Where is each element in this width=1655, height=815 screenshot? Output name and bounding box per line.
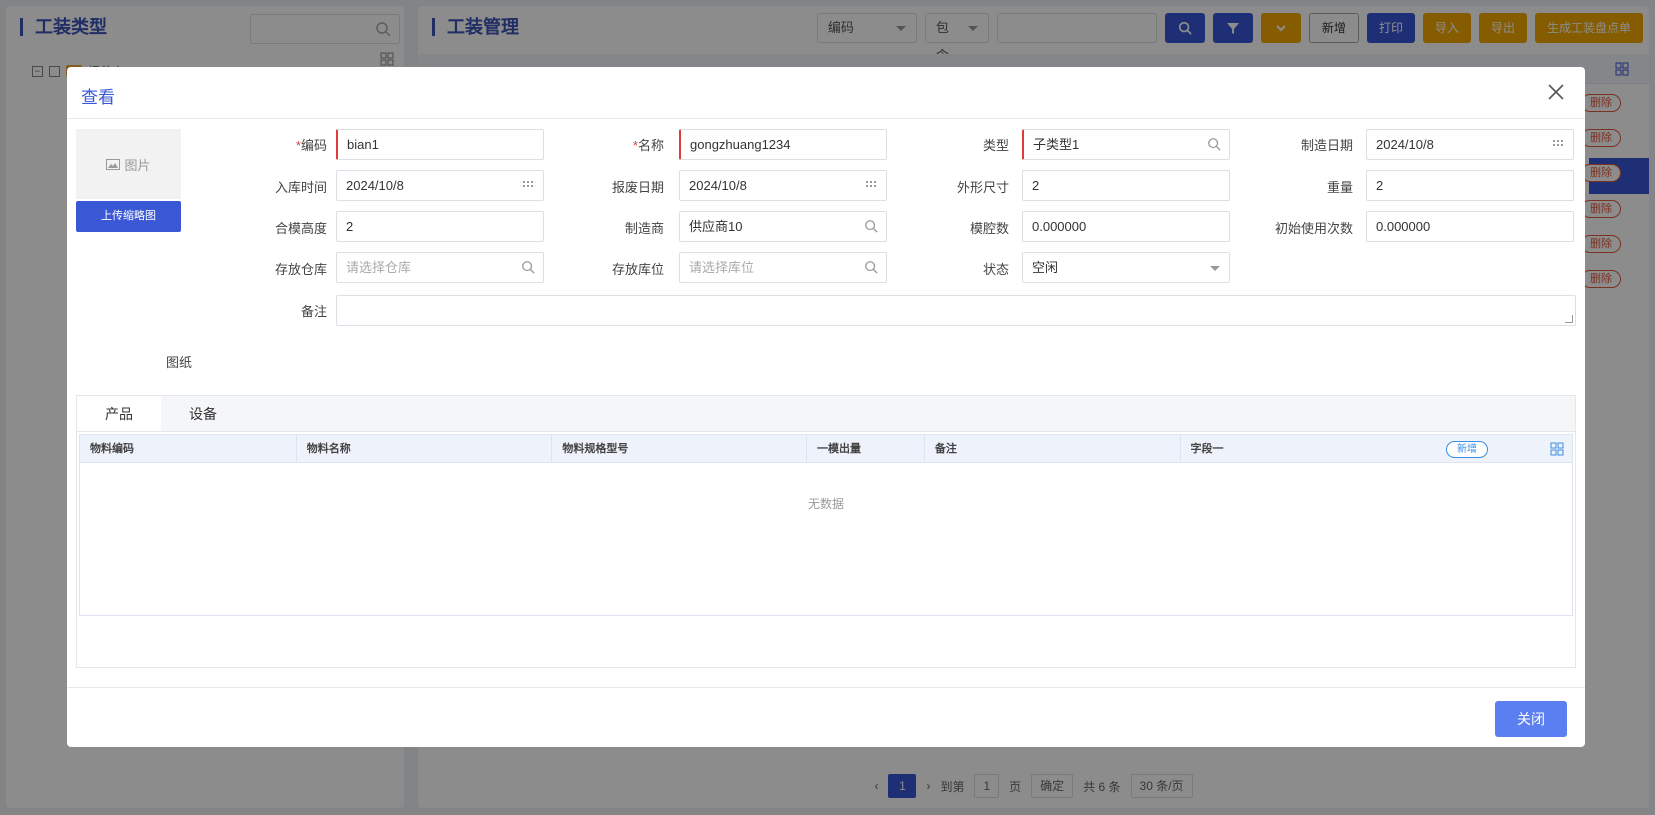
tab-products[interactable]: 产品 [77, 396, 161, 431]
dimensions-input[interactable]: 2 [1022, 170, 1230, 201]
calendar-icon[interactable] [1551, 137, 1565, 151]
remark-label: 备注 [300, 304, 327, 319]
stock-in-time-label: 入库时间 [274, 180, 327, 195]
image-icon [106, 158, 121, 170]
search-icon[interactable] [864, 219, 878, 233]
column-settings-icon[interactable] [1550, 442, 1564, 456]
manufacture-date-input[interactable]: 2024/10/8 [1366, 129, 1574, 160]
location-lookup-input[interactable]: 请选择库位 [679, 252, 887, 283]
resize-handle-icon[interactable] [1565, 315, 1573, 323]
closing-height-input[interactable]: 2 [336, 211, 544, 242]
cavities-input[interactable]: 0.000000 [1022, 211, 1230, 242]
dialog-header: 查看 [67, 67, 1585, 119]
product-table: 物料编码 物料名称 物料规格型号 一模出量 备注 字段一 新增 无数据 [79, 434, 1573, 616]
initial-uses-label: 初始使用次数 [1274, 221, 1353, 236]
dialog-footer: 关闭 [67, 687, 1585, 747]
column-header: 字段一 [1190, 443, 1224, 455]
code-input[interactable]: bian1 [336, 129, 544, 160]
scrap-date-input[interactable]: 2024/10/8 [679, 170, 887, 201]
drawing-label: 图纸 [165, 355, 192, 370]
column-header: 一模出量 [807, 435, 925, 462]
view-dialog: 查看 图片 上传缩略图 *编码 bian1 *名称 gongzhuang1234… [67, 67, 1585, 747]
name-input[interactable]: gongzhuang1234 [679, 129, 887, 160]
closing-height-label: 合模高度 [274, 221, 327, 236]
thumbnail-label: 图片 [124, 157, 151, 173]
calendar-icon[interactable] [521, 178, 535, 192]
weight-input[interactable]: 2 [1366, 170, 1574, 201]
empty-state-text: 无数据 [807, 497, 844, 511]
cavities-label: 模腔数 [969, 221, 1009, 236]
product-table-header: 物料编码 物料名称 物料规格型号 一模出量 备注 字段一 新增 [80, 435, 1572, 463]
close-icon[interactable] [1543, 79, 1569, 105]
close-button[interactable]: 关闭 [1495, 701, 1567, 737]
status-select[interactable]: 空闲 [1022, 252, 1230, 283]
search-icon[interactable] [1207, 137, 1221, 151]
remark-textarea[interactable] [336, 295, 1576, 326]
detail-tabs: 产品 设备 物料编码 物料名称 物料规格型号 一模出量 备注 字段一 新增 无数… [76, 395, 1576, 668]
search-icon[interactable] [864, 260, 878, 274]
name-label: *名称 [632, 138, 664, 153]
dimensions-label: 外形尺寸 [956, 180, 1009, 195]
manufacture-date-label: 制造日期 [1300, 138, 1353, 153]
weight-label: 重量 [1326, 180, 1353, 195]
add-row-button[interactable]: 新增 [1446, 441, 1488, 458]
calendar-icon[interactable] [864, 178, 878, 192]
status-label: 状态 [982, 262, 1009, 277]
location-label: 存放库位 [611, 262, 664, 277]
upload-thumbnail-button[interactable]: 上传缩略图 [76, 201, 181, 232]
type-lookup-input[interactable]: 子类型1 [1022, 129, 1230, 160]
thumbnail-placeholder: 图片 [76, 129, 181, 199]
column-header: 物料规格型号 [552, 435, 808, 462]
column-header: 备注 [925, 435, 1181, 462]
dialog-title: 查看 [81, 88, 115, 107]
type-label: 类型 [982, 138, 1009, 153]
initial-uses-input[interactable]: 0.000000 [1366, 211, 1574, 242]
warehouse-label: 存放仓库 [274, 262, 327, 277]
warehouse-lookup-input[interactable]: 请选择仓库 [336, 252, 544, 283]
scrap-date-label: 报废日期 [611, 180, 664, 195]
code-label: *编码 [295, 138, 327, 153]
search-icon[interactable] [521, 260, 535, 274]
stock-in-time-input[interactable]: 2024/10/8 [336, 170, 544, 201]
column-header: 物料名称 [297, 435, 553, 462]
manufacturer-lookup-input[interactable]: 供应商10 [679, 211, 887, 242]
manufacturer-label: 制造商 [624, 221, 664, 236]
column-header: 物料编码 [80, 435, 297, 462]
tab-equipment[interactable]: 设备 [161, 396, 245, 431]
tab-bar: 产品 设备 [77, 396, 1575, 432]
